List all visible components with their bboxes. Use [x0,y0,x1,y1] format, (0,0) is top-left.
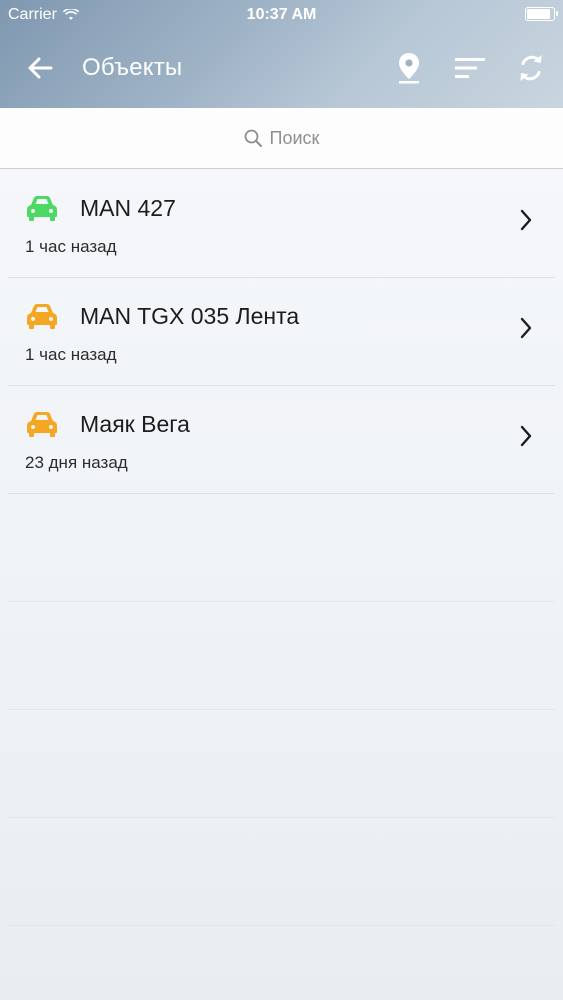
back-button[interactable] [22,52,58,84]
chevron-right-icon [520,425,532,447]
list-item[interactable]: MAN 427 1 час назад [8,169,555,278]
object-name: Маяк Вега [80,411,190,437]
empty-row [8,493,555,602]
last-seen: 1 час назад [25,345,117,364]
search-bar[interactable]: Поиск [0,108,563,169]
last-seen: 1 час назад [25,237,117,256]
sort-icon [455,58,485,78]
refresh-button[interactable] [513,50,549,86]
list-item[interactable]: Маяк Вега 23 дня назад [8,385,555,494]
last-seen: 23 дня назад [25,453,128,472]
status-time: 10:37 AM [246,6,317,23]
car-icon [27,196,57,221]
object-name: MAN 427 [80,195,176,221]
navigation-bar: Объекты [0,40,563,96]
refresh-icon [520,55,542,81]
empty-row [8,601,555,710]
sort-button[interactable] [452,50,488,86]
search-icon [244,129,262,147]
map-button[interactable] [391,50,427,86]
object-name: MAN TGX 035 Лента [80,303,300,329]
app-header: Carrier 10:37 AM Объекты [0,0,563,108]
objects-list: MAN 427 1 час назад MAN TGX 035 Лента 1 … [0,169,563,1000]
battery-icon [525,7,558,21]
battery-level [527,9,551,19]
car-icon [27,304,57,329]
map-pin-icon [399,53,419,84]
chevron-right-icon [520,209,532,231]
chevron-right-icon [520,317,532,339]
empty-row [8,817,555,926]
arrow-left-icon [28,57,53,79]
status-bar: Carrier 10:37 AM [0,0,563,30]
empty-row [8,709,555,818]
search-placeholder: Поиск [269,127,320,148]
page-title: Объекты [82,54,183,81]
list-item[interactable]: MAN TGX 035 Лента 1 час назад [8,277,555,386]
car-icon [27,412,57,437]
